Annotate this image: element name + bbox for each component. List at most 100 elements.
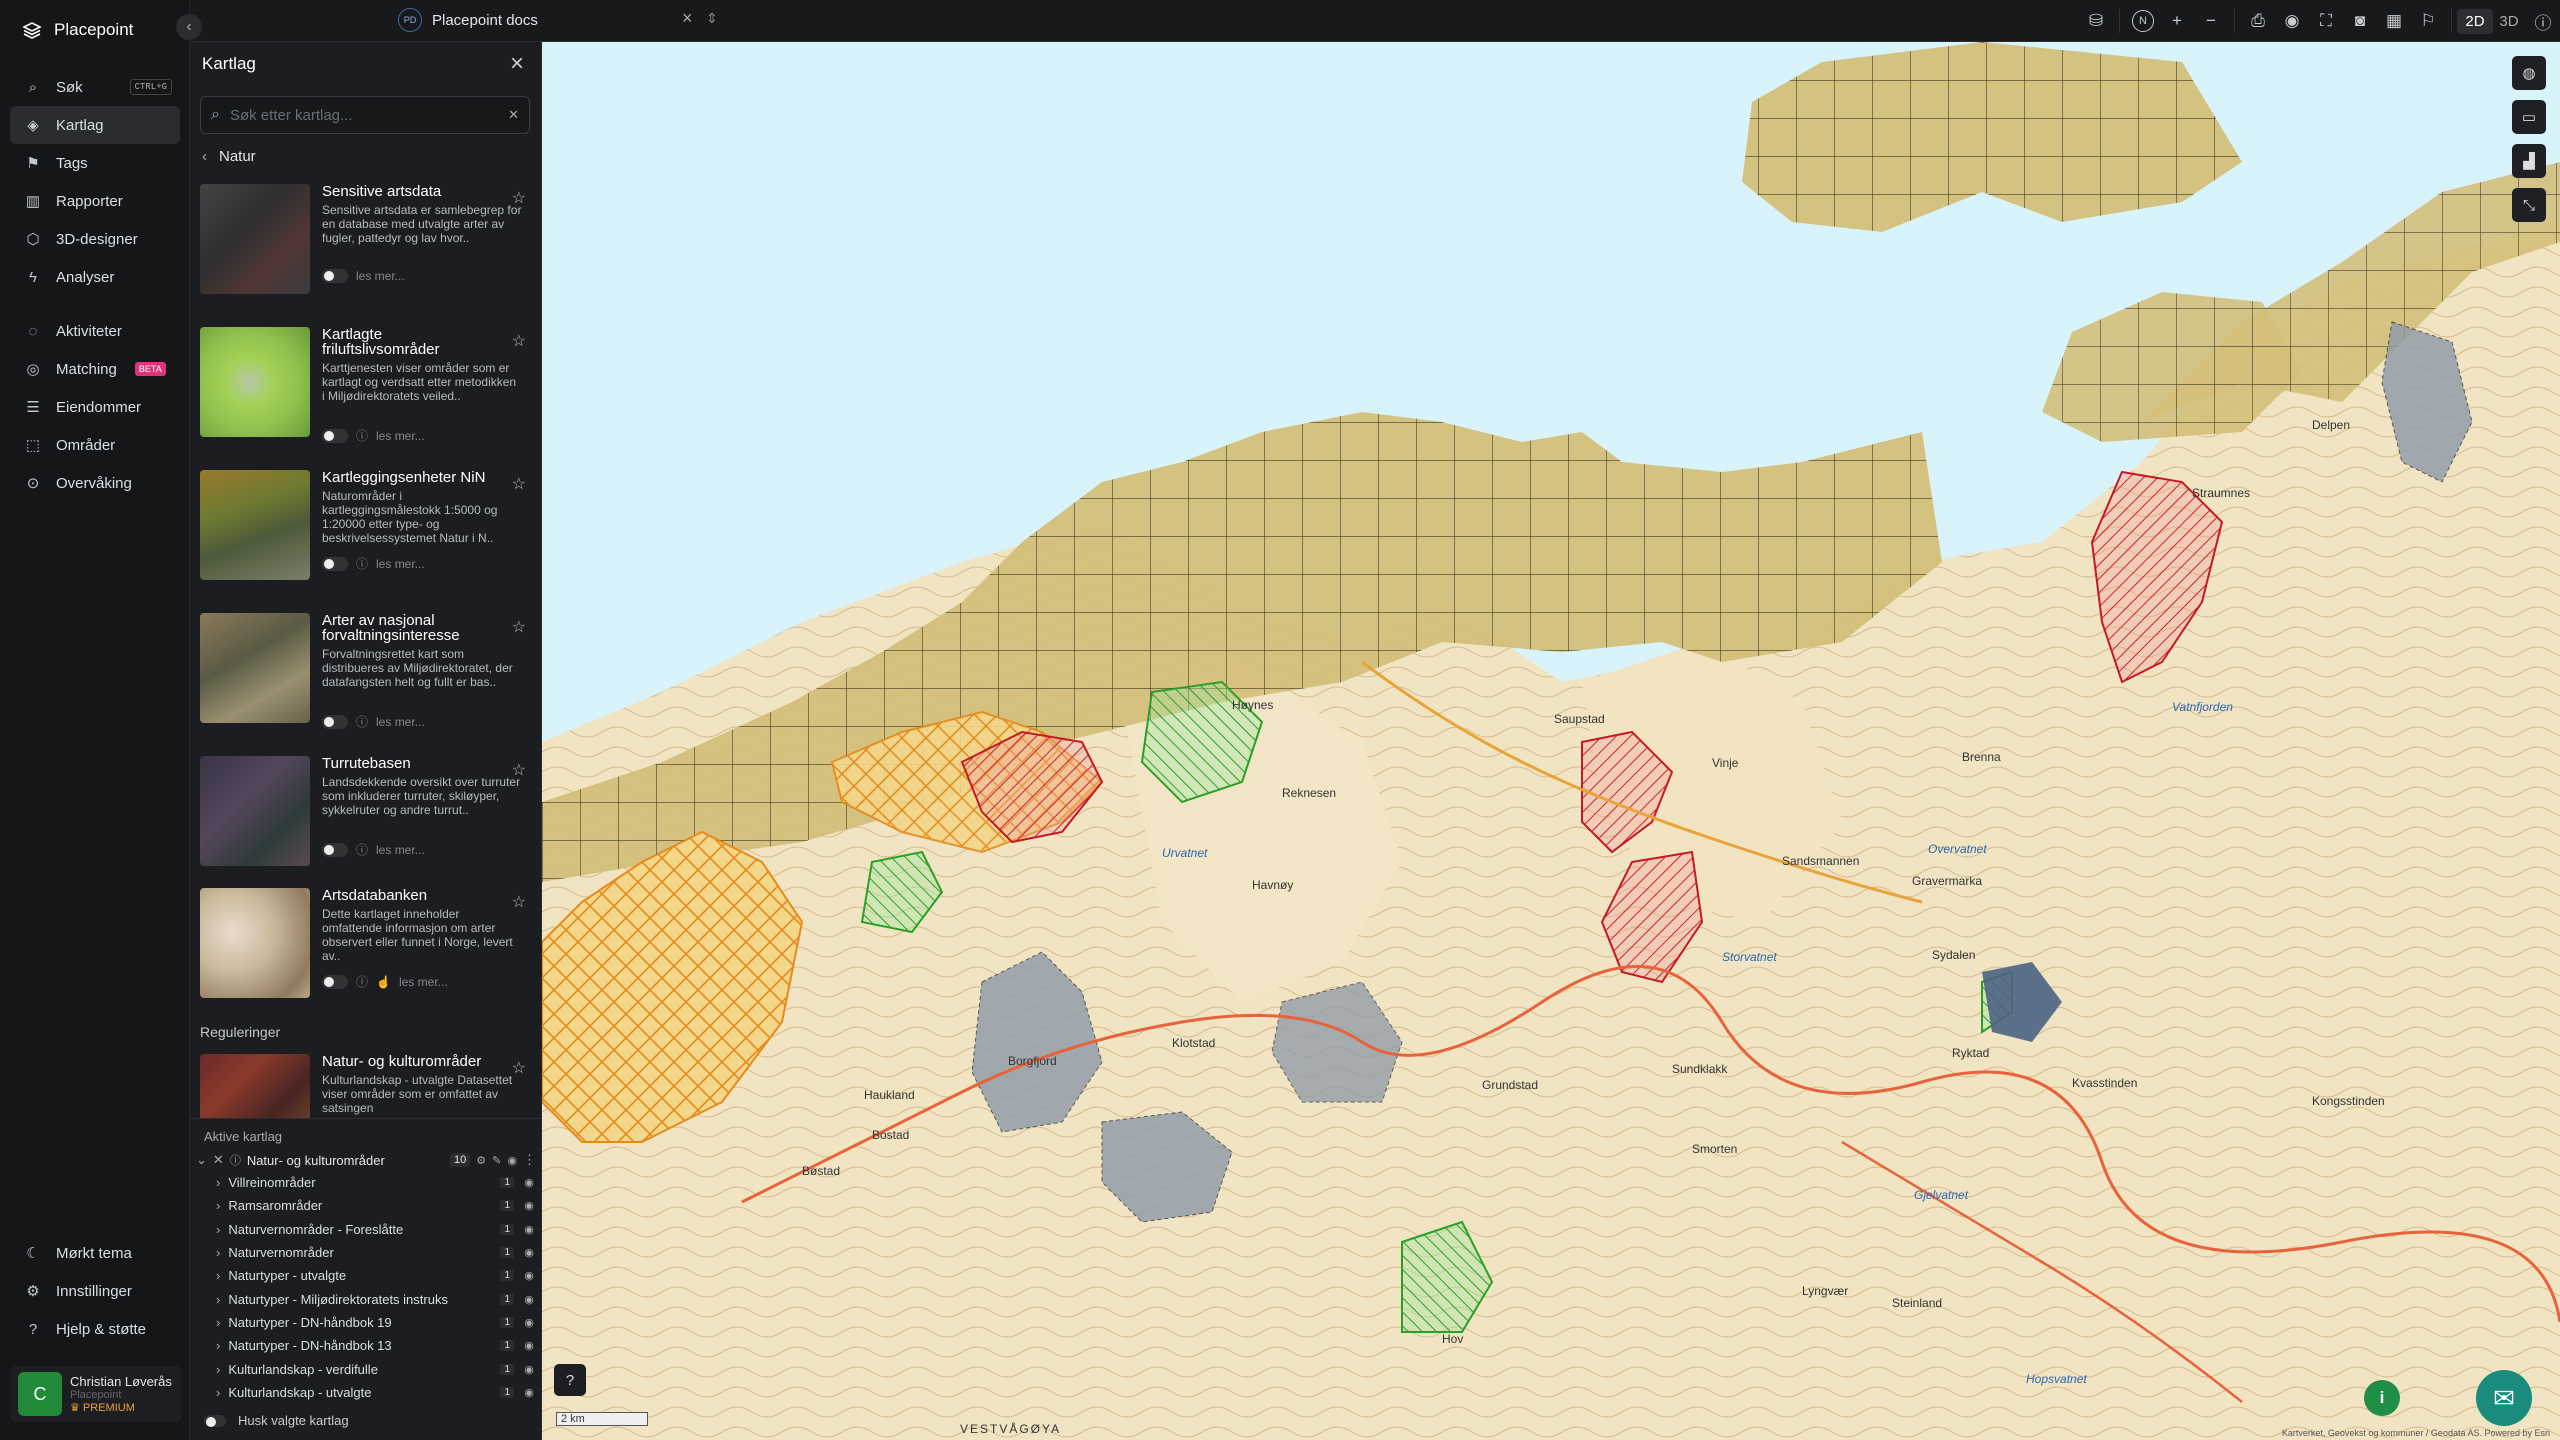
info-icon[interactable]: ⓘ	[356, 427, 368, 444]
chevron-right-icon[interactable]: ›	[216, 1338, 220, 1353]
layer-card[interactable]: Sensitive artsdata Sensitive artsdata er…	[200, 184, 534, 327]
eye-icon[interactable]: ◉	[2275, 0, 2309, 42]
fullscreen-icon[interactable]: ⛶	[2309, 0, 2343, 42]
globe-icon[interactable]: ◍	[2512, 56, 2546, 90]
user-profile[interactable]: C Christian Løverås Placepoint ♛ PREMIUM	[10, 1366, 182, 1422]
eye-icon[interactable]: ◉	[522, 1339, 536, 1352]
nav-item-tags[interactable]: ⚑ Tags	[10, 144, 180, 182]
layer-card[interactable]: Natur- og kulturområder Kulturlandskap -…	[200, 1054, 534, 1126]
chart-icon[interactable]: ▟	[2512, 144, 2546, 178]
map-canvas[interactable]: Høynes Reknesen Saupstad Vinje Sandsmann…	[542, 42, 2560, 1440]
info-icon[interactable]: ⓘ	[2526, 0, 2560, 42]
grid-icon[interactable]: ▦	[2377, 0, 2411, 42]
star-icon[interactable]: ☆	[512, 1058, 526, 1078]
zoom-out-button[interactable]: −	[2194, 0, 2228, 42]
info-icon[interactable]: ⓘ	[356, 841, 368, 858]
layer-row[interactable]: › Villreinområder 1 ◉	[216, 1171, 536, 1194]
view-2d-button[interactable]: 2D	[2457, 0, 2493, 42]
chevron-right-icon[interactable]: ›	[216, 1315, 220, 1330]
layer-card[interactable]: Kartlagte friluftslivsområder Karttjenes…	[200, 327, 534, 470]
star-icon[interactable]: ☆	[512, 617, 526, 637]
info-icon[interactable]: ⓘ	[356, 555, 368, 572]
layer-row[interactable]: › Naturtyper - utvalgte 1 ◉	[216, 1264, 536, 1287]
edit-icon[interactable]: ✎	[492, 1154, 501, 1167]
search-input[interactable]	[229, 106, 499, 124]
eye-icon[interactable]: ◉	[522, 1269, 536, 1282]
chevron-right-icon[interactable]: ›	[216, 1292, 220, 1307]
layer-card[interactable]: Artsdatabanken Dette kartlaget inneholde…	[200, 888, 534, 1018]
star-icon[interactable]: ☆	[512, 892, 526, 912]
eye-icon[interactable]: ◉	[522, 1316, 536, 1329]
clear-icon[interactable]: ✕	[508, 107, 519, 123]
layer-toggle[interactable]	[322, 556, 348, 571]
collapse-sidebar-button[interactable]: ‹	[176, 14, 202, 40]
eye-icon[interactable]: ◉	[522, 1199, 536, 1212]
read-more-link[interactable]: les mer...	[376, 843, 425, 857]
breadcrumb[interactable]: ‹ Natur	[202, 148, 256, 165]
view-3d-button[interactable]: 3D	[2492, 0, 2526, 42]
star-icon[interactable]: ☆	[512, 474, 526, 494]
help-icon[interactable]: ?	[554, 1364, 586, 1396]
star-icon[interactable]: ☆	[512, 760, 526, 780]
eye-icon[interactable]: ◉	[522, 1386, 536, 1399]
brand[interactable]: Placepoint	[22, 20, 133, 40]
nav-item-aktiviteter[interactable]: ◌ Aktiviteter	[10, 312, 180, 350]
nav-item-3d-designer[interactable]: ⬡ 3D-designer	[10, 220, 180, 258]
nav-item-kartlag[interactable]: ◈ Kartlag	[10, 106, 180, 144]
layers-stack-icon[interactable]: ⛁	[2079, 0, 2113, 42]
layer-toggle[interactable]	[322, 269, 348, 283]
chat-support-button[interactable]: ✉	[2476, 1370, 2532, 1426]
eye-icon[interactable]: ◉	[507, 1154, 517, 1167]
eye-icon[interactable]: ◉	[522, 1293, 536, 1306]
chevron-right-icon[interactable]: ›	[216, 1222, 220, 1237]
close-icon[interactable]: ×	[682, 8, 693, 29]
measure-icon[interactable]: ⤡	[2512, 188, 2546, 222]
nav-item-rapporter[interactable]: ▥ Rapporter	[10, 182, 180, 220]
remember-toggle[interactable]	[204, 1414, 226, 1427]
eye-icon[interactable]: ◉	[522, 1176, 536, 1189]
layer-toggle[interactable]	[322, 842, 348, 857]
read-more-link[interactable]: les mer...	[399, 975, 448, 989]
chevron-down-icon[interactable]: ⌄	[196, 1152, 207, 1168]
info-icon[interactable]: ⓘ	[356, 713, 368, 730]
read-more-link[interactable]: les mer...	[376, 429, 425, 443]
chevron-right-icon[interactable]: ›	[216, 1362, 220, 1377]
layer-row[interactable]: › Naturtyper - DN-håndbok 13 1 ◉	[216, 1334, 536, 1357]
layer-toggle[interactable]	[322, 428, 348, 443]
nav-item-omrader[interactable]: ⬚ Områder	[10, 426, 180, 464]
hand-icon[interactable]: ☝	[376, 975, 391, 989]
layer-group[interactable]: ⌄ ✕ ⓘ Natur- og kulturområder 10 ⚙ ✎ ◉ ⋮	[196, 1149, 536, 1171]
nav-item-search[interactable]: ⌕ Søk CTRL+G	[10, 68, 180, 106]
remove-icon[interactable]: ✕	[213, 1152, 224, 1168]
read-more-link[interactable]: les mer...	[356, 269, 405, 283]
eye-icon[interactable]: ◉	[522, 1223, 536, 1236]
nav-item-eiendommer[interactable]: ☰ Eiendommer	[10, 388, 180, 426]
layer-row[interactable]: › Naturtyper - DN-håndbok 19 1 ◉	[216, 1311, 536, 1334]
star-icon[interactable]: ☆	[512, 188, 526, 208]
help-link[interactable]: ? Hjelp & støtte	[10, 1310, 180, 1348]
chevron-right-icon[interactable]: ›	[216, 1245, 220, 1260]
layer-row[interactable]: › Kulturlandskap - verdifulle 1 ◉	[216, 1357, 536, 1380]
read-more-link[interactable]: les mer...	[376, 557, 425, 571]
chevron-right-icon[interactable]: ›	[216, 1385, 220, 1400]
eye-icon[interactable]: ◉	[522, 1246, 536, 1259]
layer-row[interactable]: › Ramsarområder 1 ◉	[216, 1194, 536, 1217]
layer-card[interactable]: Kartleggingsenheter NiN Naturområder i k…	[200, 470, 534, 613]
read-more-link[interactable]: les mer...	[376, 715, 425, 729]
bookmark-icon[interactable]: ⚐	[2411, 0, 2445, 42]
star-icon[interactable]: ☆	[512, 331, 526, 351]
nav-item-overvaking[interactable]: ⊙ Overvåking	[10, 464, 180, 502]
chevron-right-icon[interactable]: ›	[216, 1268, 220, 1283]
print-icon[interactable]: ⎙	[2241, 0, 2275, 42]
ruler-icon[interactable]: ▭	[2512, 100, 2546, 134]
compass-button[interactable]: N	[2126, 0, 2160, 42]
nav-item-matching[interactable]: ◎ Matching BETA	[10, 350, 180, 388]
camera-icon[interactable]: ◙	[2343, 0, 2377, 42]
layer-card[interactable]: Arter av nasjonal forvaltningsinteresse …	[200, 613, 534, 756]
layer-row[interactable]: › Naturvernområder - Foreslåtte 1 ◉	[216, 1218, 536, 1241]
dark-theme-toggle[interactable]: ☾ Mørkt tema	[10, 1234, 180, 1272]
more-icon[interactable]: ⋮	[523, 1152, 536, 1168]
remember-layers[interactable]: Husk valgte kartlag	[204, 1413, 349, 1428]
settings-icon[interactable]: ⚙	[476, 1154, 486, 1167]
layer-toggle[interactable]	[322, 714, 348, 729]
